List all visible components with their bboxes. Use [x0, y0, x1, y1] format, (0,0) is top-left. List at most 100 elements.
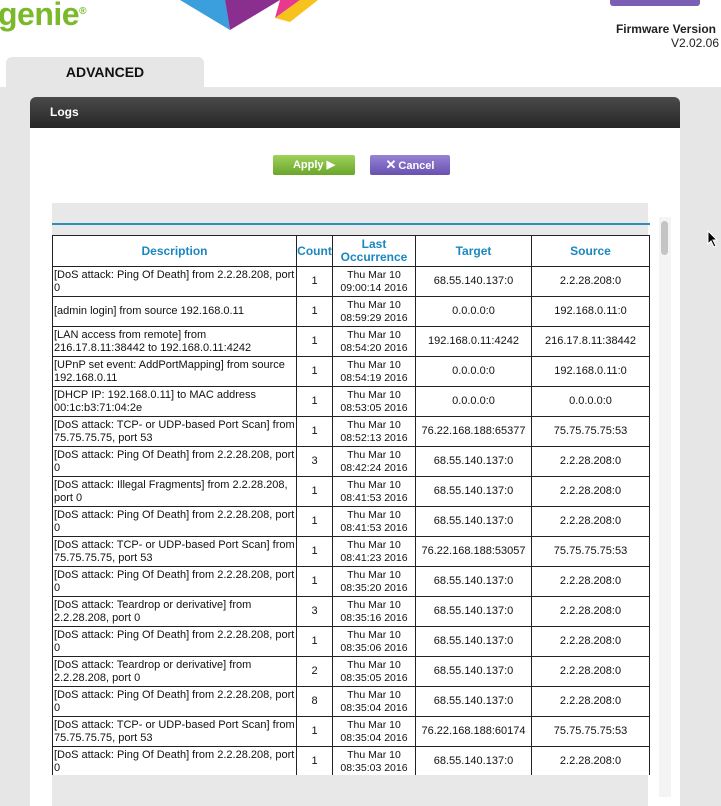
log-time: 08:41:53 2016: [340, 491, 408, 504]
log-date: Thu Mar 10: [347, 478, 401, 491]
table-row: [UPnP set event: AddPortMapping] from so…: [52, 356, 650, 387]
log-description: [DoS attack: Ping Of Death] from 2.2.28.…: [52, 266, 297, 297]
cancel-button[interactable]: ✕ Cancel: [370, 155, 450, 175]
log-last-occurrence: Thu Mar 10 08:53:05 2016: [332, 386, 416, 417]
log-last-occurrence: Thu Mar 10 08:42:24 2016: [332, 446, 416, 477]
divider: [52, 223, 650, 225]
panel-title: Logs: [30, 97, 680, 128]
log-source: 2.2.28.208:0: [531, 746, 650, 775]
log-target: 68.55.140.137:0: [415, 686, 532, 717]
log-source: 75.75.75.75:53: [531, 716, 650, 747]
log-time: 08:35:03 2016: [340, 761, 408, 774]
log-target: 192.168.0.11:4242: [415, 326, 532, 357]
log-description: [DoS attack: TCP- or UDP-based Port Scan…: [52, 716, 297, 747]
log-count: 1: [296, 536, 333, 567]
log-count: 8: [296, 686, 333, 717]
log-last-occurrence: Thu Mar 10 08:54:19 2016: [332, 356, 416, 387]
log-source: 2.2.28.208:0: [531, 266, 650, 297]
log-count: 1: [296, 356, 333, 387]
log-time: 08:35:05 2016: [340, 671, 408, 684]
log-source: 192.168.0.11:0: [531, 356, 650, 387]
log-source: 2.2.28.208:0: [531, 626, 650, 657]
log-date: Thu Mar 10: [347, 268, 401, 281]
log-source: 75.75.75.75:53: [531, 536, 650, 567]
log-time: 08:35:16 2016: [340, 611, 408, 624]
log-date: Thu Mar 10: [347, 568, 401, 581]
log-count: 1: [296, 626, 333, 657]
log-description: [DoS attack: Ping Of Death] from 2.2.28.…: [52, 446, 297, 477]
log-target: 68.55.140.137:0: [415, 566, 532, 597]
log-source: 216.17.8.11:38442: [531, 326, 650, 357]
log-target: 0.0.0.0:0: [415, 386, 532, 417]
vertical-scrollbar[interactable]: [659, 217, 671, 797]
table-row: [LAN access from remote] from 216.17.8.1…: [52, 326, 650, 357]
logs-panel: Logs Apply ▶ ✕ Cancel Description Count L…: [30, 97, 680, 806]
firmware-label: Firmware Version: [615, 22, 716, 36]
log-description: [DoS attack: Illegal Fragments] from 2.2…: [52, 476, 297, 507]
log-last-occurrence: Thu Mar 10 08:35:04 2016: [332, 686, 416, 717]
column-header-source: Source: [531, 235, 650, 267]
log-target: 76.22.168.188:65377: [415, 416, 532, 447]
log-date: Thu Mar 10: [347, 598, 401, 611]
logo-text: genie: [0, 0, 80, 32]
scrollbar-thumb[interactable]: [661, 221, 668, 255]
log-source: 0.0.0.0:0: [531, 386, 650, 417]
logs-table: Description Count Last Occurrence Target…: [52, 235, 650, 775]
log-count: 1: [296, 386, 333, 417]
log-date: Thu Mar 10: [347, 298, 401, 311]
log-source: 2.2.28.208:0: [531, 596, 650, 627]
log-time: 08:54:20 2016: [340, 341, 408, 354]
log-target: 68.55.140.137:0: [415, 506, 532, 537]
cancel-label: Cancel: [398, 160, 435, 172]
log-last-occurrence: Thu Mar 10 08:35:06 2016: [332, 626, 416, 657]
log-target: 68.55.140.137:0: [415, 446, 532, 477]
firmware-version: V2.02.06: [670, 36, 719, 50]
log-last-occurrence: Thu Mar 10 08:41:23 2016: [332, 536, 416, 567]
play-arrow-icon: ▶: [326, 159, 336, 171]
log-description: [DoS attack: Teardrop or derivative] fro…: [52, 656, 297, 687]
log-date: Thu Mar 10: [347, 448, 401, 461]
log-date: Thu Mar 10: [347, 388, 401, 401]
top-action-button[interactable]: [610, 0, 700, 6]
log-source: 2.2.28.208:0: [531, 566, 650, 597]
table-row: [admin login] from source 192.168.0.11 1 T…: [52, 296, 650, 327]
log-date: Thu Mar 10: [347, 508, 401, 521]
log-last-occurrence: Thu Mar 10 08:41:53 2016: [332, 506, 416, 537]
log-source: 75.75.75.75:53: [531, 416, 650, 447]
log-source: 2.2.28.208:0: [531, 656, 650, 687]
close-icon: ✕: [385, 157, 397, 172]
log-last-occurrence: Thu Mar 10 08:35:16 2016: [332, 596, 416, 627]
column-header-count: Count: [296, 235, 333, 267]
tab-advanced[interactable]: ADVANCED: [6, 57, 204, 87]
log-time: 08:35:20 2016: [340, 581, 408, 594]
log-date: Thu Mar 10: [347, 418, 401, 431]
log-last-occurrence: Thu Mar 10 08:59:29 2016: [332, 296, 416, 327]
apply-button[interactable]: Apply ▶: [273, 155, 355, 175]
column-header-last-occurrence: Last Occurrence: [332, 235, 416, 267]
log-target: 0.0.0.0:0: [415, 296, 532, 327]
log-last-occurrence: Thu Mar 10 08:35:20 2016: [332, 566, 416, 597]
log-time: 08:52:13 2016: [340, 431, 408, 444]
log-count: 1: [296, 506, 333, 537]
log-count: 1: [296, 296, 333, 327]
log-description: [DoS attack: Ping Of Death] from 2.2.28.…: [52, 566, 297, 597]
log-target: 0.0.0.0:0: [415, 356, 532, 387]
log-target: 68.55.140.137:0: [415, 596, 532, 627]
log-source: 2.2.28.208:0: [531, 506, 650, 537]
log-count: 3: [296, 446, 333, 477]
table-row: [DoS attack: Ping Of Death] from 2.2.28.…: [52, 506, 650, 537]
log-time: 09:00:14 2016: [340, 281, 408, 294]
column-header-description: Description: [52, 235, 297, 267]
log-description: [DoS attack: TCP- or UDP-based Port Scan…: [52, 416, 297, 447]
table-row: [DoS attack: TCP- or UDP-based Port Scan…: [52, 536, 650, 567]
table-row: [DoS attack: Ping Of Death] from 2.2.28.…: [52, 266, 650, 297]
log-target: 68.55.140.137:0: [415, 746, 532, 775]
log-date: Thu Mar 10: [347, 748, 401, 761]
log-source: 192.168.0.11:0: [531, 296, 650, 327]
log-last-occurrence: Thu Mar 10 08:52:13 2016: [332, 416, 416, 447]
log-last-occurrence: Thu Mar 10 08:35:04 2016: [332, 716, 416, 747]
log-source: 2.2.28.208:0: [531, 446, 650, 477]
table-row: [DoS attack: Ping Of Death] from 2.2.28.…: [52, 686, 650, 717]
table-row: [DoS attack: Ping Of Death] from 2.2.28.…: [52, 746, 650, 775]
log-description: [DoS attack: Teardrop or derivative] fro…: [52, 596, 297, 627]
